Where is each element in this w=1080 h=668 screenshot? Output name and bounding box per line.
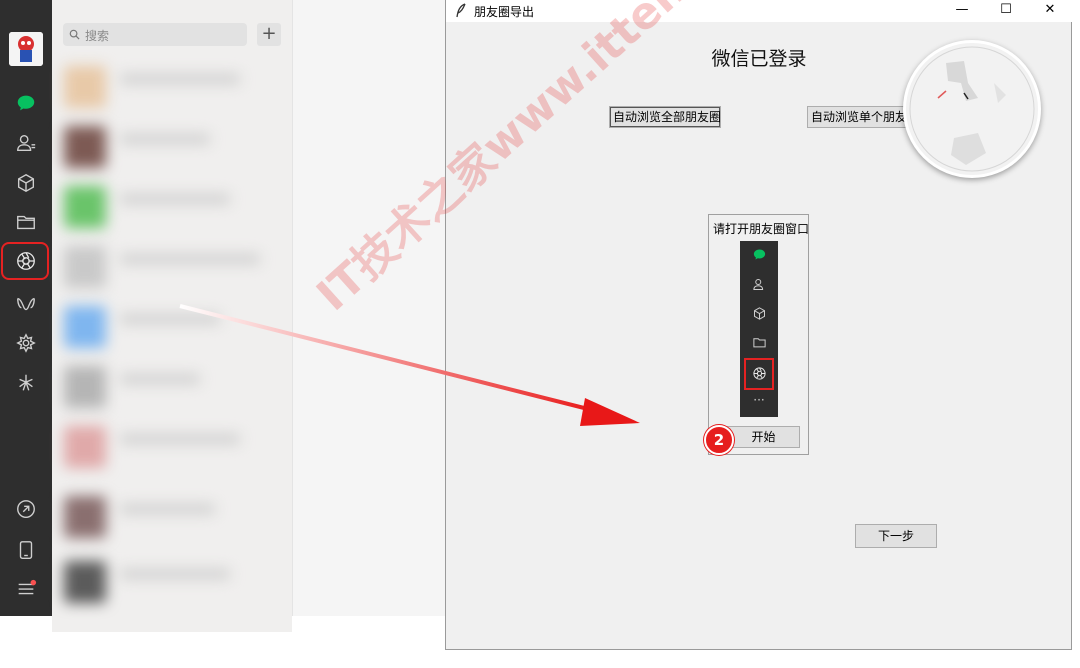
step-2-badge: 2 <box>704 425 734 455</box>
open-moments-group: 请打开朋友圈窗口 ··· 开始 <box>708 214 809 455</box>
list-item[interactable] <box>60 240 286 294</box>
chat-icon <box>750 245 768 263</box>
list-item[interactable] <box>60 120 286 174</box>
more-icon: ··· <box>753 393 765 407</box>
start-button[interactable]: 开始 <box>727 426 800 448</box>
wechat-sidebar <box>0 0 52 616</box>
moments-highlight-box <box>1 242 49 280</box>
next-step-button[interactable]: 下一步 <box>855 524 937 548</box>
close-button[interactable]: ✕ <box>1028 0 1072 22</box>
contacts-icon[interactable] <box>14 131 38 155</box>
link-icon[interactable] <box>14 497 38 521</box>
browse-single-moments-button[interactable]: 自动浏览单个朋友圈 <box>807 106 913 128</box>
channels-icon[interactable] <box>14 292 38 316</box>
maximize-button[interactable]: ☐ <box>984 0 1028 22</box>
browse-all-moments-button[interactable]: 自动浏览全部朋友圈 <box>609 106 721 128</box>
search-spark-icon[interactable] <box>14 371 38 395</box>
chat-pane <box>292 0 446 616</box>
mini-programs-icon[interactable] <box>14 331 38 355</box>
list-item[interactable] <box>60 555 286 609</box>
title-bar[interactable]: 朋友圈导出 — ☐ ✕ <box>446 0 1072 22</box>
feather-icon <box>456 3 466 18</box>
search-icon <box>69 29 80 40</box>
search-input[interactable]: 搜索 <box>63 23 247 46</box>
chat-icon[interactable] <box>14 91 38 115</box>
list-item[interactable] <box>60 180 286 234</box>
menu-icon[interactable] <box>14 577 38 601</box>
list-item[interactable] <box>60 300 286 354</box>
window-title: 朋友圈导出 <box>474 5 535 19</box>
moments-highlight-box <box>744 358 774 390</box>
minimize-button[interactable]: — <box>940 0 984 22</box>
list-item[interactable] <box>60 420 286 474</box>
favorites-cube-icon[interactable] <box>14 171 38 195</box>
contacts-icon <box>750 275 768 293</box>
mini-sidebar-illustration: ··· <box>740 241 778 417</box>
list-item[interactable] <box>60 360 286 414</box>
magnifier-lens <box>903 40 1041 178</box>
folder-icon[interactable] <box>14 210 38 234</box>
list-item[interactable] <box>60 60 286 114</box>
folder-icon <box>750 333 768 351</box>
favorites-cube-icon <box>750 304 768 322</box>
add-chat-button[interactable]: + <box>257 23 281 46</box>
phone-icon[interactable] <box>14 538 38 562</box>
user-avatar[interactable] <box>9 32 43 66</box>
group-title: 请打开朋友圈窗口 <box>713 222 810 236</box>
search-placeholder: 搜索 <box>85 29 110 43</box>
list-item[interactable] <box>60 490 286 544</box>
